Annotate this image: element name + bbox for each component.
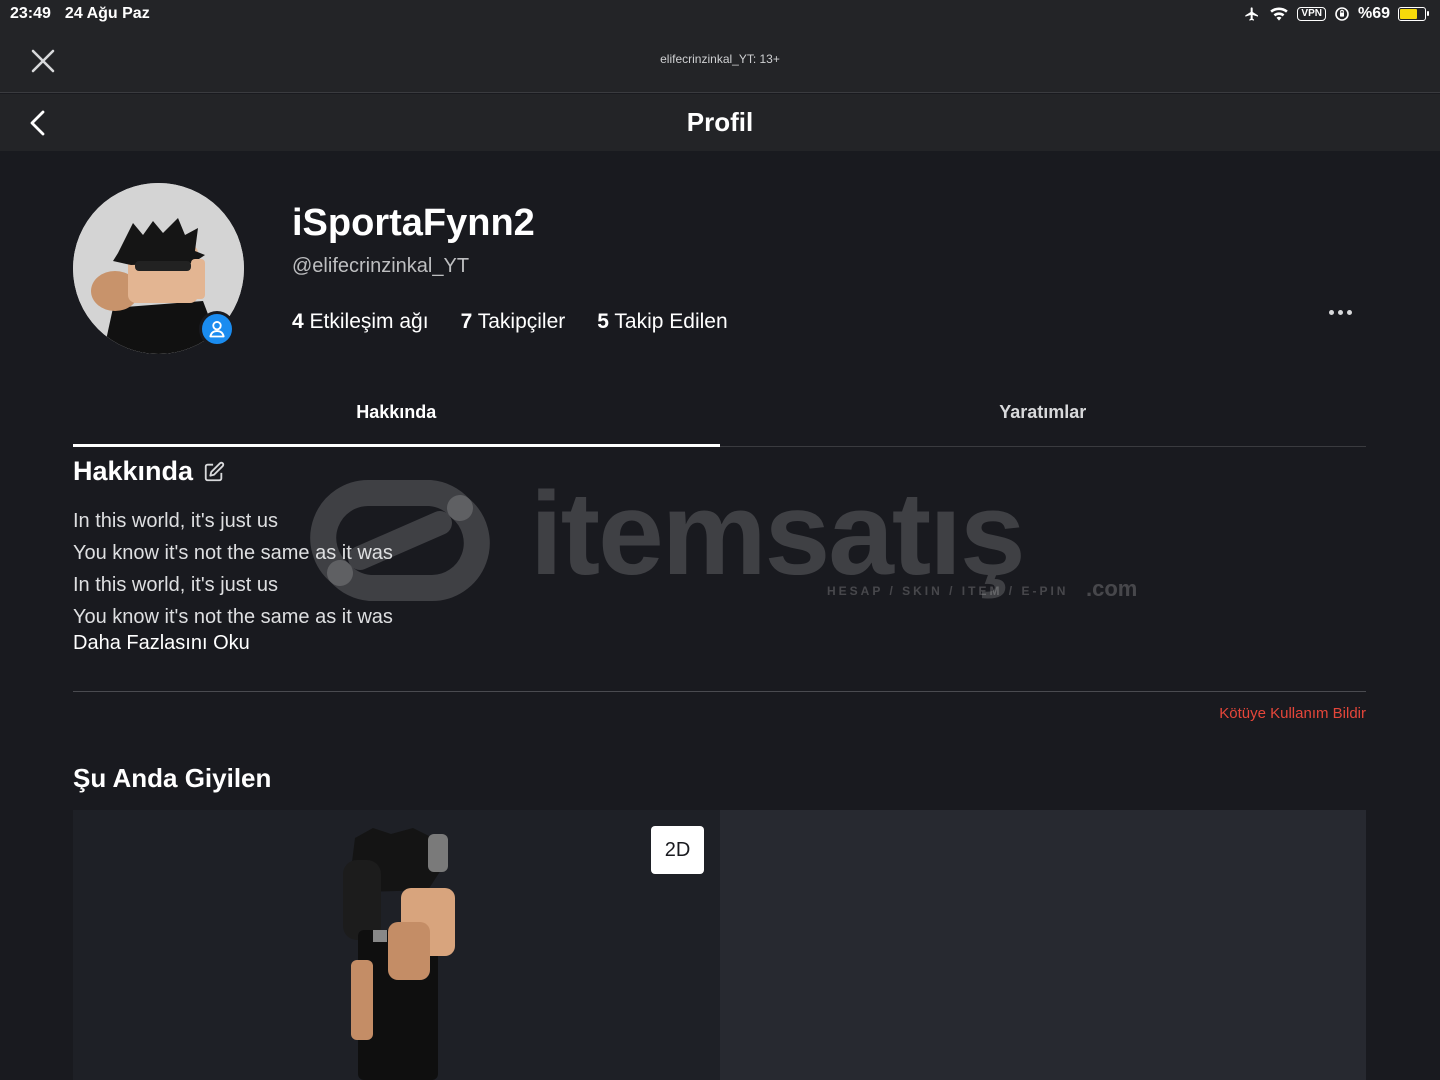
user-icon xyxy=(209,321,225,338)
bio-line: You know it's not the same as it was xyxy=(73,606,393,628)
edit-icon[interactable] xyxy=(203,461,225,483)
airplane-icon xyxy=(1245,7,1259,21)
header-bar: Profil xyxy=(0,94,1440,151)
modal-top-bar: elifecrinzinkal_YT: 13+ xyxy=(0,28,1440,93)
bio-line: You know it's not the same as it was xyxy=(73,542,393,564)
vpn-badge: VPN xyxy=(1297,7,1326,21)
avatar-render xyxy=(343,828,455,1080)
watermark: itemsatış HESAP / SKIN / ITEM / E-PIN .c… xyxy=(300,468,1150,608)
divider xyxy=(73,691,1366,692)
presence-badge xyxy=(199,311,235,347)
view-2d-button[interactable]: 2D xyxy=(651,826,704,874)
status-time: 23:49 xyxy=(10,5,51,22)
watermark-tagline: HESAP / SKIN / ITEM / E-PIN xyxy=(827,584,1069,598)
read-more-link[interactable]: Daha Fazlasını Oku xyxy=(73,632,250,655)
stat-label: Takip Edilen xyxy=(614,310,728,333)
status-bar: 23:49 24 Ağu Paz VPN %69 xyxy=(0,0,1440,28)
stat-count: 7 xyxy=(460,310,473,333)
topbar-title: elifecrinzinkal_YT: 13+ xyxy=(660,52,780,66)
bio-text: In this world, it's just us You know it'… xyxy=(73,505,393,633)
stat-label: Takipçiler xyxy=(477,310,566,333)
battery-icon xyxy=(1398,7,1429,21)
more-options-icon[interactable] xyxy=(1322,300,1358,324)
about-heading: Hakkında xyxy=(73,456,225,487)
wearing-items-panel xyxy=(720,810,1366,1080)
stat-connections[interactable]: 4 Etkileşim ağı xyxy=(292,310,429,334)
battery-percent: %69 xyxy=(1357,5,1390,22)
stat-followers[interactable]: 7 Takipçiler xyxy=(461,310,566,334)
watermark-domain: .com xyxy=(1086,576,1138,601)
stat-following[interactable]: 5 Takip Edilen xyxy=(597,310,727,334)
profile-stats: 4 Etkileşim ağı 7 Takipçiler 5 Takip Edi… xyxy=(292,310,728,334)
about-heading-text: Hakkında xyxy=(73,456,194,486)
tab-about[interactable]: Hakkında xyxy=(73,380,720,447)
wifi-icon xyxy=(1270,7,1289,21)
avatar-3d-view[interactable] xyxy=(73,810,720,1080)
stat-count: 5 xyxy=(597,310,609,333)
bio-line: In this world, it's just us xyxy=(73,574,278,596)
report-abuse-link[interactable]: Kötüye Kullanım Bildir xyxy=(1219,705,1366,722)
orientation-lock-icon xyxy=(1335,7,1349,21)
status-date: 24 Ağu Paz xyxy=(64,5,150,22)
bio-line: In this world, it's just us xyxy=(73,510,278,532)
tab-creations[interactable]: Yaratımlar xyxy=(720,380,1367,446)
username: @elifecrinzinkal_YT xyxy=(292,255,470,277)
display-name: iSportaFynn2 xyxy=(292,202,535,244)
page-title: Profil xyxy=(686,107,754,137)
profile-tabs: Hakkında Yaratımlar xyxy=(73,380,1366,447)
wearing-heading: Şu Anda Giyilen xyxy=(73,763,272,793)
stat-count: 4 xyxy=(292,310,304,333)
watermark-brand: itemsatış xyxy=(530,468,1026,600)
stat-label: Etkileşim ağı xyxy=(309,310,429,333)
